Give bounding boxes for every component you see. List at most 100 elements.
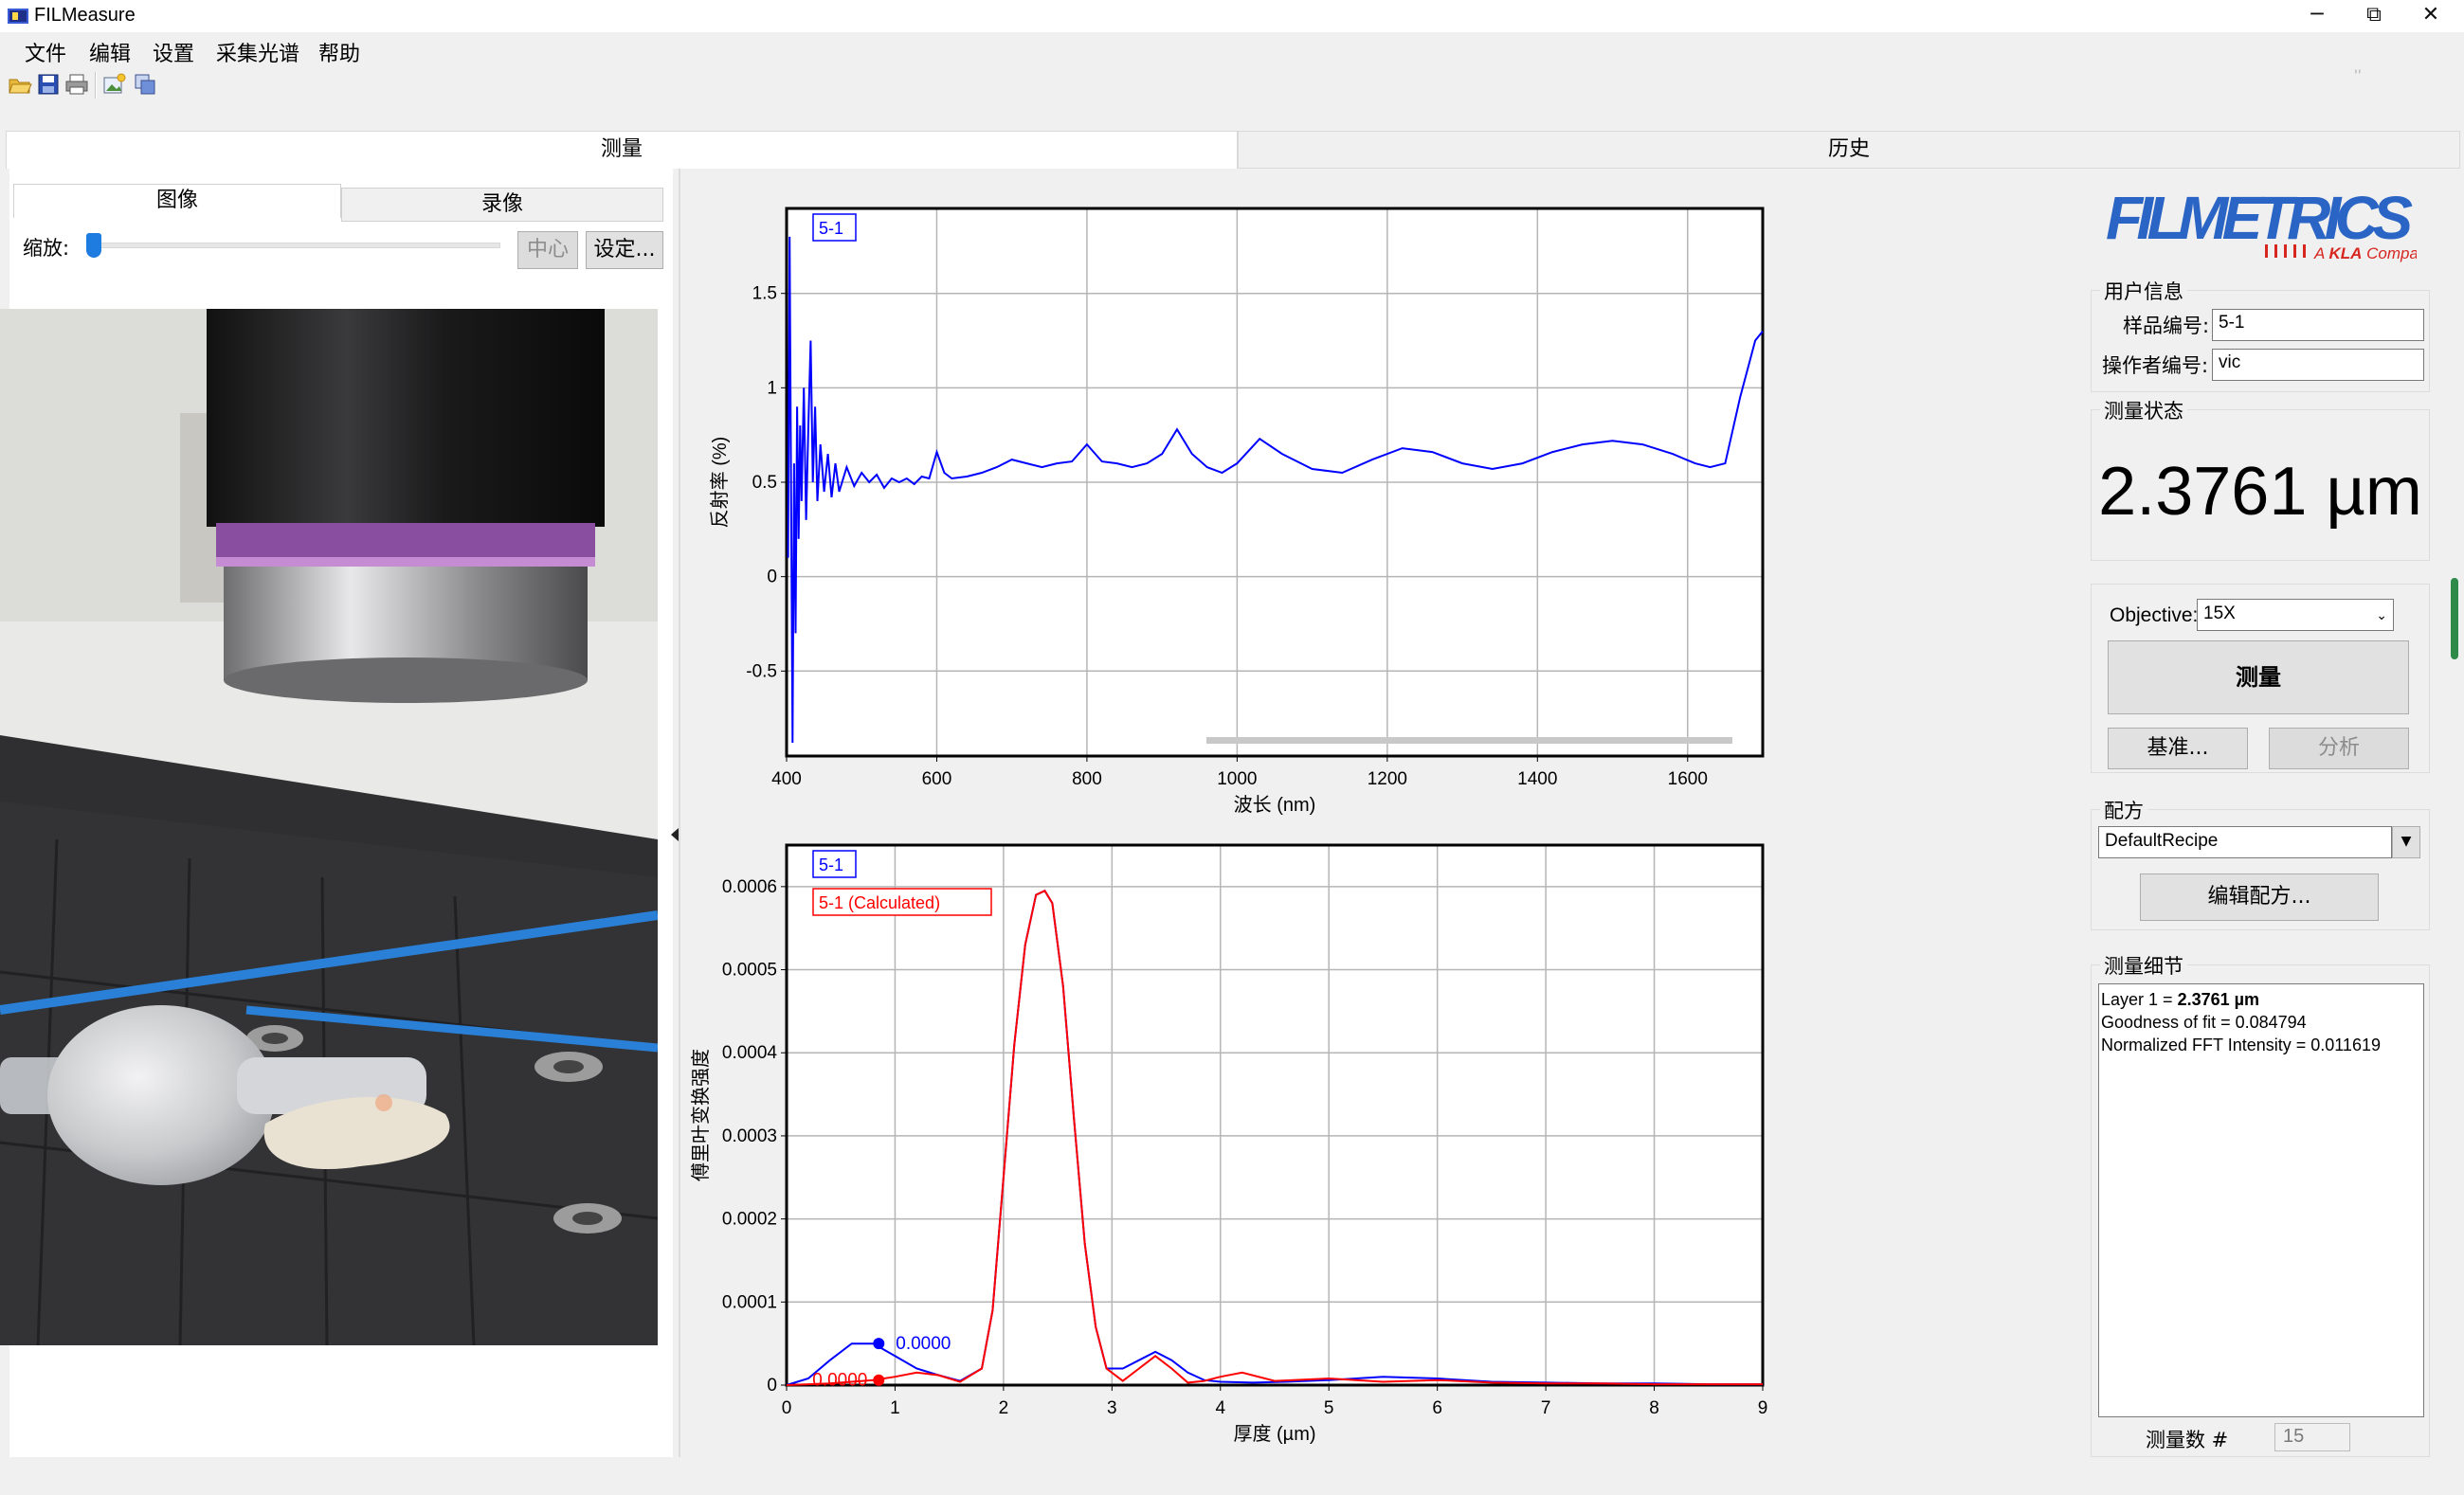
maximize-button[interactable]: ⧉ — [2346, 0, 2402, 32]
analyze-button[interactable]: 分析 — [2269, 728, 2409, 769]
y-tick-label: 1 — [767, 378, 777, 398]
x-tick-label: 5 — [1324, 1398, 1334, 1418]
legend-label: 5-1 — [819, 856, 843, 874]
x-tick-label: 3 — [1107, 1398, 1117, 1418]
y-tick-label: -0.5 — [746, 661, 777, 681]
settings-button[interactable]: 设定... — [586, 231, 663, 269]
y-axis-label: 反射率 (%) — [709, 437, 731, 529]
zoom-slider-track[interactable] — [93, 243, 500, 248]
zoom-label: 缩放: — [23, 237, 70, 260]
menu-file[interactable]: 文件 — [19, 35, 72, 69]
recipe-title: 配方 — [2100, 796, 2147, 824]
legend-label: 5-1 (Calculated) — [819, 893, 940, 912]
y-tick-label: 0.0005 — [722, 961, 777, 981]
reflectance-chart[interactable]: 400 600 800 1000 1200 1400 1600 1.5 1 0.5 0 -0.5 波长 … — [680, 169, 2083, 832]
measurement-count: 15 — [2274, 1423, 2350, 1451]
recipe-dropdown-button[interactable]: ▼ — [2392, 826, 2420, 858]
operator-label: 操作者编号: — [2102, 354, 2209, 377]
side-scrollbar-thumb[interactable] — [2451, 578, 2458, 659]
center-button[interactable]: 中心 — [517, 231, 578, 269]
minimize-button[interactable]: ─ — [2289, 0, 2346, 32]
y-tick-label: 0.0002 — [722, 1210, 777, 1230]
edit-recipe-button[interactable]: 编辑配方... — [2140, 874, 2379, 921]
x-tick-label: 1600 — [1668, 769, 1708, 789]
objective-value: 15X — [2203, 603, 2236, 623]
menu-settings[interactable]: 设置 — [147, 35, 200, 69]
y-tick-label: 0 — [767, 1376, 777, 1396]
zoom-slider-thumb[interactable] — [86, 233, 101, 258]
cursor-value-label: 0.0000 — [896, 1334, 951, 1354]
operator-id-input[interactable]: vic — [2212, 349, 2424, 381]
svg-text:A KLA Company: A KLA Company — [2313, 244, 2417, 262]
details-title: 测量细节 — [2100, 951, 2187, 980]
x-tick-label: 1000 — [1217, 769, 1257, 789]
cursor-marker[interactable] — [873, 1374, 885, 1386]
image-icon[interactable] — [102, 72, 127, 97]
sample-id-input[interactable]: 5-1 — [2212, 309, 2424, 341]
plot-area — [787, 845, 1763, 1385]
x-tick-label: 1200 — [1368, 769, 1407, 789]
sample-label: 样品编号: — [2123, 315, 2210, 337]
menu-help[interactable]: 帮助 — [313, 35, 366, 69]
print-icon[interactable] — [64, 72, 89, 97]
chart-scrollbar[interactable] — [1206, 737, 1732, 744]
layer-line: Layer 1 = 2.3761 µm — [2101, 988, 2421, 1011]
x-tick-label: 8 — [1649, 1398, 1659, 1418]
goodness-line: Goodness of fit = 0.084794 — [2101, 1013, 2307, 1032]
x-tick-label: 6 — [1432, 1398, 1442, 1418]
title-bar: FILMeasure ─ ⧉ ✕ — [0, 0, 2464, 32]
objective-label: Objective: — [2110, 604, 2199, 626]
chevron-down-icon: ⌄ — [2376, 607, 2387, 622]
menu-edit[interactable]: 编辑 — [83, 35, 136, 69]
cursor-marker[interactable] — [873, 1338, 885, 1350]
measure-button[interactable]: 测量 — [2108, 640, 2409, 714]
menu-acquire-spectrum[interactable]: 采集光谱 — [210, 35, 305, 69]
x-tick-label: 4 — [1215, 1398, 1225, 1418]
layer-prefix: Layer 1 = — [2101, 990, 2178, 1009]
y-tick-label: 1.5 — [752, 284, 777, 304]
tab-history[interactable]: 历史 — [1238, 131, 2460, 169]
x-tick-label: 0 — [782, 1398, 792, 1418]
camera-image — [0, 309, 658, 1345]
recipe-select[interactable]: DefaultRecipe — [2098, 826, 2392, 858]
tab-image[interactable]: 图像 — [13, 184, 341, 218]
x-tick-label: 1 — [890, 1398, 900, 1418]
open-icon[interactable] — [8, 72, 32, 97]
measurement-details: Layer 1 = 2.3761 µm Goodness of fit = 0.… — [2098, 983, 2424, 1417]
y-axis-label: 傅里叶变换强度 — [690, 1049, 712, 1181]
user-info-title: 用户信息 — [2100, 277, 2187, 305]
x-tick-label: 2 — [999, 1398, 1009, 1418]
svg-text:FILMETRICS: FILMETRICS — [2106, 186, 2413, 252]
y-tick-label: 0 — [767, 567, 777, 587]
toolbar — [0, 66, 2464, 104]
y-tick-label: 0.0001 — [722, 1292, 777, 1312]
y-tick-label: 0.5 — [752, 473, 777, 493]
close-button[interactable]: ✕ — [2402, 0, 2459, 32]
tab-measure[interactable]: 测量 — [6, 131, 1238, 169]
objective-select[interactable]: 15X ⌄ — [2197, 599, 2394, 631]
cursor-value-label: 0.0000 — [812, 1371, 867, 1391]
x-tick-label: 600 — [922, 769, 952, 789]
window-title: FILMeasure — [34, 5, 136, 26]
y-tick-label: 0.0004 — [722, 1043, 778, 1063]
x-tick-label: 7 — [1541, 1398, 1551, 1418]
fft-chart[interactable]: 0 1 2 3 4 5 6 7 8 9 0.0006 0.0005 0.0004 0.0003 0.0002… — [680, 832, 2083, 1457]
filmetrics-logo: FILMETRICS A KLA Company — [2104, 184, 2437, 271]
x-tick-label: 400 — [771, 769, 802, 789]
app-icon — [8, 9, 28, 24]
toolbar-separator — [95, 72, 97, 99]
x-tick-label: 1400 — [1517, 769, 1557, 789]
x-axis-label: 波长 (nm) — [1234, 794, 1316, 816]
menu-bar: 文件 编辑 设置 采集光谱 帮助 — [0, 32, 2464, 66]
collapse-arrow-icon[interactable] — [671, 828, 679, 841]
baseline-button[interactable]: 基准... — [2108, 728, 2248, 769]
save-icon[interactable] — [36, 72, 61, 97]
x-tick-label: 9 — [1758, 1398, 1768, 1418]
x-axis-label: 厚度 (µm) — [1233, 1423, 1315, 1445]
tab-video[interactable]: 录像 — [341, 188, 663, 222]
status-title: 测量状态 — [2100, 396, 2187, 424]
thickness-result: 2.3761 µm — [2098, 454, 2422, 530]
count-label: 测量数 # — [2146, 1429, 2229, 1451]
fft-line: Normalized FFT Intensity = 0.011619 — [2101, 1036, 2381, 1054]
copy-icon[interactable] — [133, 72, 157, 97]
